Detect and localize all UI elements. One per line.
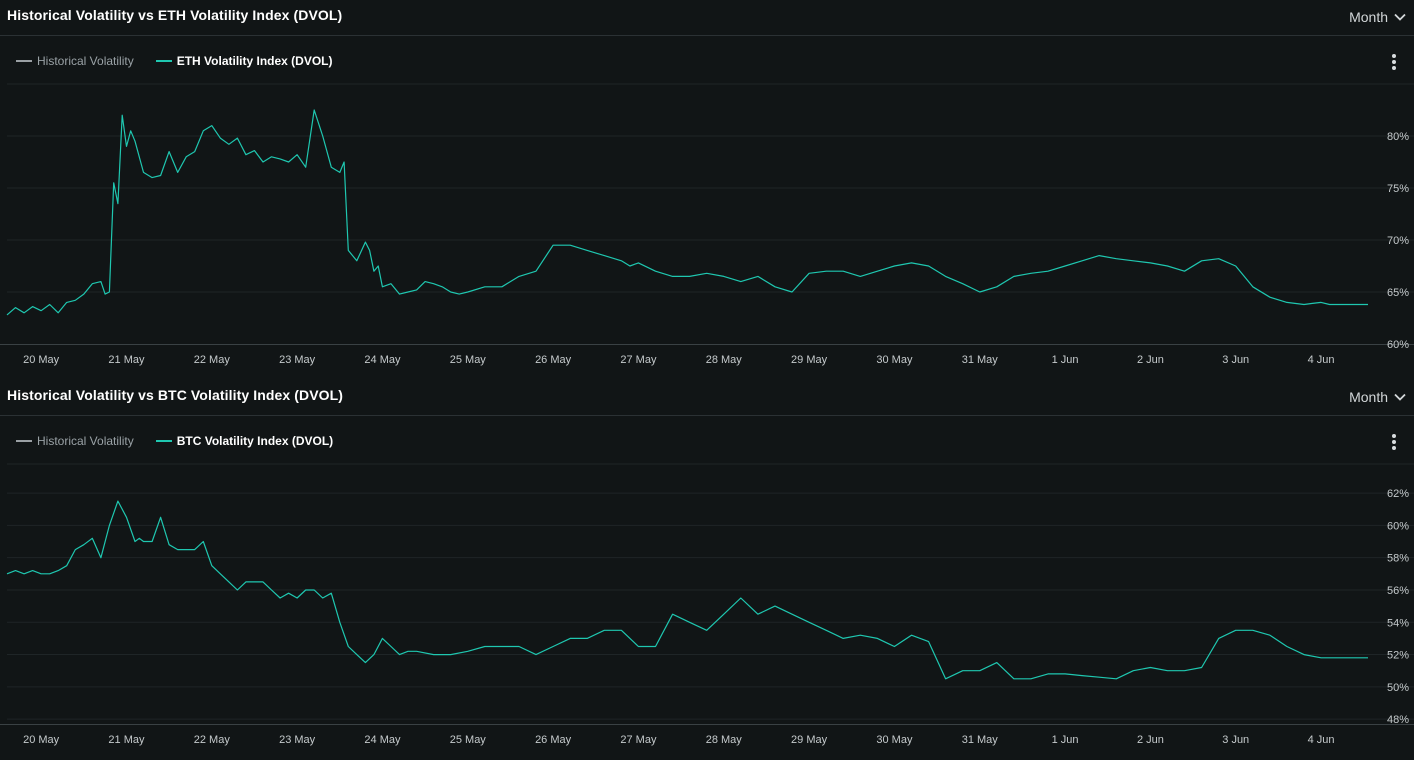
x-tick-label: 25 May <box>450 734 487 746</box>
x-tick-label: 31 May <box>962 734 999 746</box>
x-tick-label: 1 Jun <box>1052 734 1079 746</box>
x-tick-label: 26 May <box>535 734 572 746</box>
x-tick-label: 3 Jun <box>1222 734 1249 746</box>
x-tick-label: 24 May <box>364 734 401 746</box>
x-tick-label: 20 May <box>23 354 60 366</box>
y-tick-label: 75% <box>1387 183 1409 195</box>
eth-dvol-panel: Historical Volatility vs ETH Volatility … <box>0 0 1414 380</box>
x-tick-label: 1 Jun <box>1052 354 1079 366</box>
x-tick-label: 27 May <box>620 734 657 746</box>
x-tick-label: 22 May <box>194 734 231 746</box>
x-tick-label: 27 May <box>620 354 657 366</box>
x-tick-label: 20 May <box>23 734 60 746</box>
y-tick-label: 56% <box>1387 585 1409 597</box>
x-tick-label: 28 May <box>706 354 743 366</box>
y-tick-label: 50% <box>1387 682 1409 694</box>
y-tick-label: 58% <box>1387 553 1409 565</box>
x-tick-label: 29 May <box>791 734 828 746</box>
x-tick-label: 23 May <box>279 734 316 746</box>
y-tick-label: 60% <box>1387 339 1409 351</box>
x-tick-label: 2 Jun <box>1137 734 1164 746</box>
x-tick-label: 23 May <box>279 354 316 366</box>
series-line-dvol <box>6 109 1368 316</box>
btc-dvol-panel: Historical Volatility vs BTC Volatility … <box>0 380 1414 760</box>
x-tick-label: 25 May <box>450 354 487 366</box>
y-tick-label: 54% <box>1387 617 1409 629</box>
x-tick-label: 28 May <box>706 734 743 746</box>
x-tick-label: 21 May <box>108 354 145 366</box>
y-tick-label: 80% <box>1387 131 1409 143</box>
x-tick-label: 4 Jun <box>1308 354 1335 366</box>
y-tick-label: 62% <box>1387 488 1409 500</box>
x-tick-label: 29 May <box>791 354 828 366</box>
y-tick-label: 60% <box>1387 520 1409 532</box>
x-tick-label: 3 Jun <box>1222 354 1249 366</box>
x-tick-label: 24 May <box>364 354 401 366</box>
x-tick-label: 21 May <box>108 734 145 746</box>
x-tick-label: 22 May <box>194 354 231 366</box>
x-tick-label: 30 May <box>876 354 913 366</box>
y-tick-label: 48% <box>1387 714 1409 726</box>
eth-dvol-line-chart: 80% 75% 70% 65% 60% 20 May 21 May 22 May 23 May 2… <box>0 83 1414 366</box>
x-tick-label: 31 May <box>962 354 999 366</box>
y-tick-label: 65% <box>1387 287 1409 299</box>
x-tick-label: 26 May <box>535 354 572 366</box>
x-tick-label: 30 May <box>876 734 913 746</box>
y-tick-label: 52% <box>1387 650 1409 662</box>
x-tick-label: 2 Jun <box>1137 354 1164 366</box>
btc-dvol-line-chart: 62% 60% 58% 56% 54% 52% 50% 48% 20 May 21 May 22 M… <box>0 463 1414 746</box>
y-tick-label: 70% <box>1387 235 1409 247</box>
x-tick-label: 4 Jun <box>1308 734 1335 746</box>
